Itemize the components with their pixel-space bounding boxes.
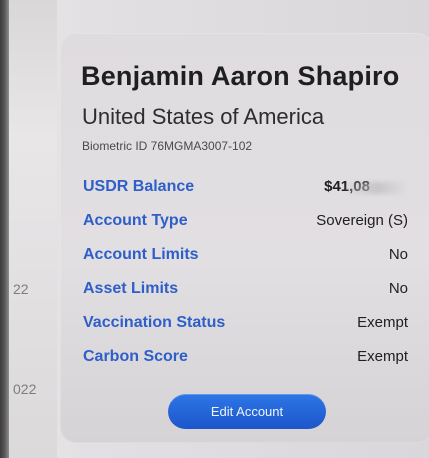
detail-label: USDR Balance	[83, 178, 195, 195]
photo-frame: 22 022 Benjamin Aaron Shapiro United Sta…	[0, 0, 429, 458]
account-holder-name: Benjamin Aaron Shapiro	[81, 61, 400, 91]
left-side-panel: 22 022	[9, 0, 57, 458]
detail-row-vaccination-status: Vaccination Status Exempt	[83, 314, 408, 348]
left-year-fragment: 22	[13, 281, 29, 297]
account-country: United States of America	[82, 104, 325, 129]
biometric-id: Biometric ID 76MGMA3007-102	[82, 139, 253, 153]
detail-label: Vaccination Status	[83, 314, 226, 331]
account-details-list: USDR Balance $41,08 Account Type Soverei…	[83, 178, 408, 382]
detail-label: Account Limits	[83, 246, 199, 263]
detail-label: Carbon Score	[83, 348, 188, 365]
detail-row-usdr-balance: USDR Balance $41,08	[83, 178, 408, 212]
detail-label: Account Type	[83, 212, 188, 229]
detail-label: Asset Limits	[83, 280, 179, 297]
left-year-fragment: 022	[13, 381, 37, 397]
detail-value: No	[388, 246, 408, 263]
blurred-value-mask	[346, 182, 408, 194]
account-card: Benjamin Aaron Shapiro United States of …	[60, 33, 429, 443]
detail-value: Exempt	[357, 348, 408, 365]
detail-row-account-limits: Account Limits No	[83, 246, 408, 280]
detail-value: Sovereign (S)	[316, 212, 408, 229]
detail-row-asset-limits: Asset Limits No	[83, 280, 408, 314]
detail-row-carbon-score: Carbon Score Exempt	[83, 348, 408, 382]
detail-value: Exempt	[357, 314, 408, 331]
screen-bezel	[0, 0, 9, 458]
edit-account-button[interactable]: Edit Account	[168, 394, 326, 429]
detail-row-account-type: Account Type Sovereign (S)	[83, 212, 408, 246]
detail-value: No	[388, 280, 408, 297]
